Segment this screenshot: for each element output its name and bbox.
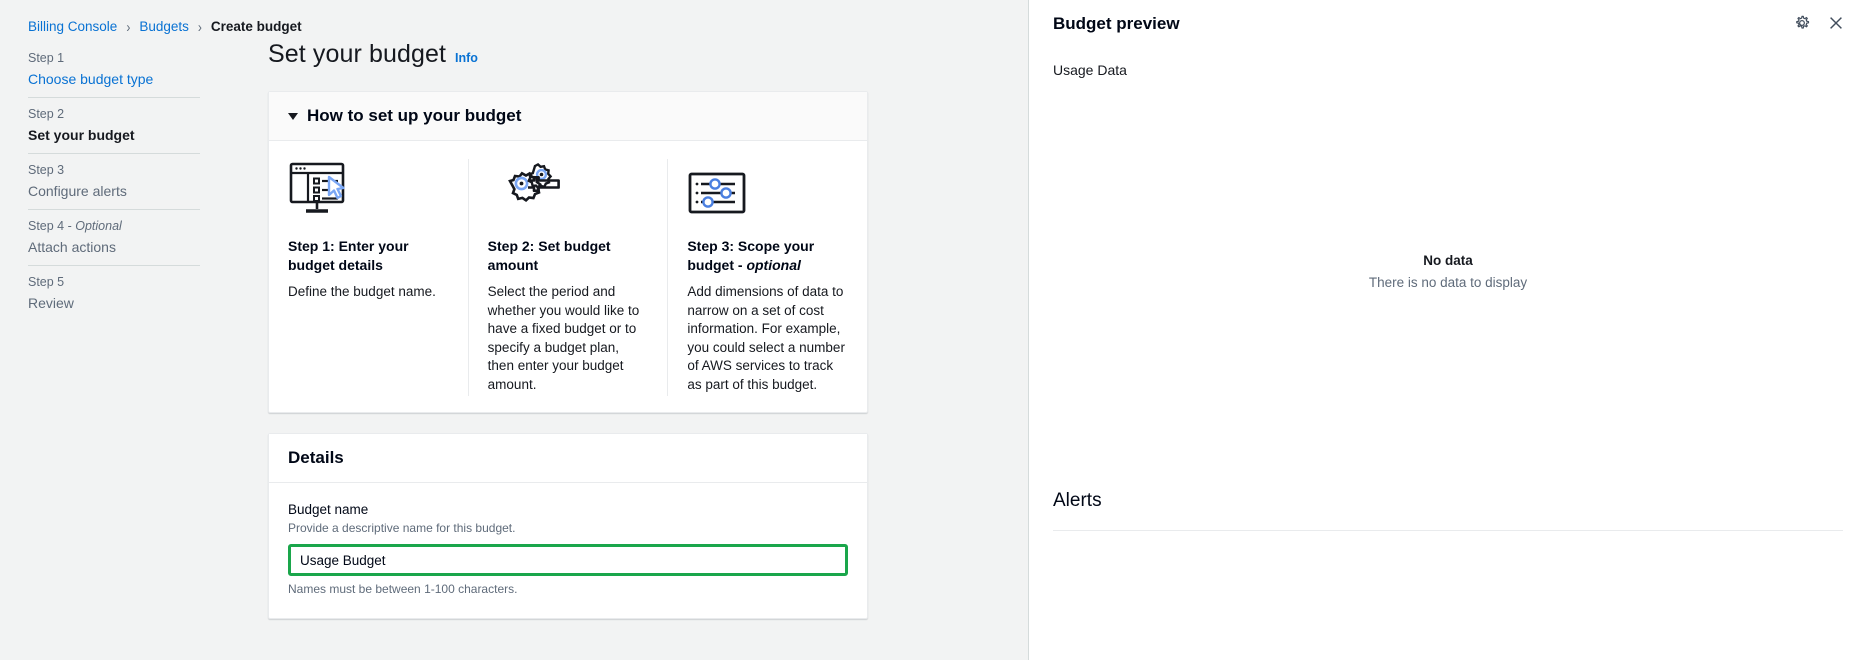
breadcrumb-item-create-budget: Create budget [210, 19, 302, 34]
wizard-step-3[interactable]: Step 3 Configure alerts [28, 154, 240, 209]
budget-name-input[interactable] [291, 547, 845, 573]
chevron-down-icon[interactable] [288, 112, 298, 120]
how-to-container: How to set up your budget Step 1: Enter … [268, 91, 868, 413]
wizard-step-4-label: Attach actions [28, 239, 116, 255]
info-link[interactable]: Info [455, 51, 478, 65]
wizard-navigation: Step 1 Choose budget type Step 2 Set you… [0, 42, 240, 321]
wizard-step-1-number: Step 1 [28, 51, 65, 65]
empty-state-title: No data [1423, 252, 1473, 268]
breadcrumb: Billing Console › Budgets › Create budge… [0, 0, 1029, 40]
page-title-row: Set your budget Info [268, 40, 868, 69]
how-to-card-2-text: Select the period and whether you would … [487, 284, 640, 392]
close-icon[interactable] [1827, 14, 1845, 32]
monitor-checklist-cursor-icon [288, 159, 448, 219]
breadcrumb-separator-icon: › [126, 17, 131, 36]
usage-data-label: Usage Data [1053, 62, 1127, 78]
breadcrumb-item-billing-console[interactable]: Billing Console [28, 19, 117, 34]
wizard-step-5[interactable]: Step 5 Review [28, 266, 240, 321]
breadcrumb-item-budgets[interactable]: Budgets [139, 19, 189, 34]
how-to-card-1-text: Define the budget name. [288, 284, 436, 299]
wizard-step-1[interactable]: Step 1 Choose budget type [28, 42, 240, 97]
details-header-title: Details [288, 448, 344, 467]
budget-name-description: Provide a descriptive name for this budg… [288, 521, 516, 535]
budget-preview-body: Usage Data No data There is no data to d… [1029, 62, 1867, 531]
budget-preview-header: Budget preview [1029, 0, 1867, 36]
how-to-card-3: Step 3: Scope your budget - optional Add… [667, 159, 867, 396]
how-to-card-1-title-text: Step 1: Enter your budget details [288, 238, 409, 273]
gear-icon[interactable] [1793, 14, 1811, 32]
wizard-step-3-label: Configure alerts [28, 183, 127, 199]
how-to-header-title: How to set up your budget [307, 106, 522, 125]
how-to-card-1-title: Step 1: Enter your budget details [288, 237, 448, 275]
empty-state-subtitle: There is no data to display [1368, 274, 1528, 290]
how-to-cards: Step 1: Enter your budget details Define… [269, 141, 867, 412]
how-to-card-2: Step 2: Set budget amount Select the per… [467, 159, 668, 396]
how-to-header[interactable]: How to set up your budget [269, 92, 867, 141]
sliders-panel-icon [687, 159, 847, 219]
how-to-card-3-optional-tag: optional [746, 257, 801, 273]
form-column: Set your budget Info How to set up your … [268, 40, 868, 639]
budget-name-hint: Names must be between 1-100 characters. [288, 582, 518, 596]
wizard-step-4-number-text: Step 4 - [28, 219, 76, 233]
wizard-step-2[interactable]: Step 2 Set your budget [28, 98, 240, 153]
budget-preview-actions [1793, 12, 1845, 32]
page-title: Set your budget [268, 40, 447, 68]
budget-preview-title: Budget preview [1053, 14, 1180, 33]
budget-create-page: Billing Console › Budgets › Create budge… [0, 0, 1867, 660]
wizard-step-4-number: Step 4 - Optional [28, 217, 240, 235]
details-form: Budget name Provide a descriptive name f… [269, 483, 867, 618]
wizard-step-2-label: Set your budget [28, 127, 135, 143]
wizard-step-1-label[interactable]: Choose budget type [28, 69, 240, 89]
main-content-area: Billing Console › Budgets › Create budge… [0, 0, 1029, 660]
wizard-step-5-number: Step 5 [28, 275, 65, 289]
budget-preview-panel: Budget preview Usage Data No data There … [1029, 0, 1867, 660]
wizard-step-2-number: Step 2 [28, 107, 65, 121]
wizard-step-4-optional-tag: Optional [75, 219, 122, 233]
how-to-card-3-text: Add dimensions of data to narrow on a se… [687, 284, 845, 392]
wizard-step-3-number: Step 3 [28, 163, 65, 177]
how-to-card-2-title: Step 2: Set budget amount [488, 237, 648, 275]
budget-name-input-wrapper[interactable] [288, 544, 848, 576]
breadcrumb-separator-icon: › [197, 17, 202, 36]
wizard-step-4[interactable]: Step 4 - Optional Attach actions [28, 210, 240, 265]
budget-name-label: Budget name [288, 502, 369, 517]
wizard-step-5-label: Review [28, 295, 74, 311]
gears-wrench-icon [488, 159, 648, 219]
how-to-card-3-title: Step 3: Scope your budget - optional [687, 237, 847, 275]
usage-data-chart-empty-state: No data There is no data to display [1053, 78, 1843, 464]
alerts-section-header: Alerts [1053, 490, 1102, 511]
how-to-card-2-title-text: Step 2: Set budget amount [487, 238, 611, 273]
how-to-header-title-row: How to set up your budget [288, 106, 847, 126]
details-container: Details Budget name Provide a descriptiv… [268, 433, 868, 619]
alerts-divider [1053, 530, 1843, 531]
how-to-card-1: Step 1: Enter your budget details Define… [269, 159, 468, 396]
details-header: Details [269, 434, 867, 483]
